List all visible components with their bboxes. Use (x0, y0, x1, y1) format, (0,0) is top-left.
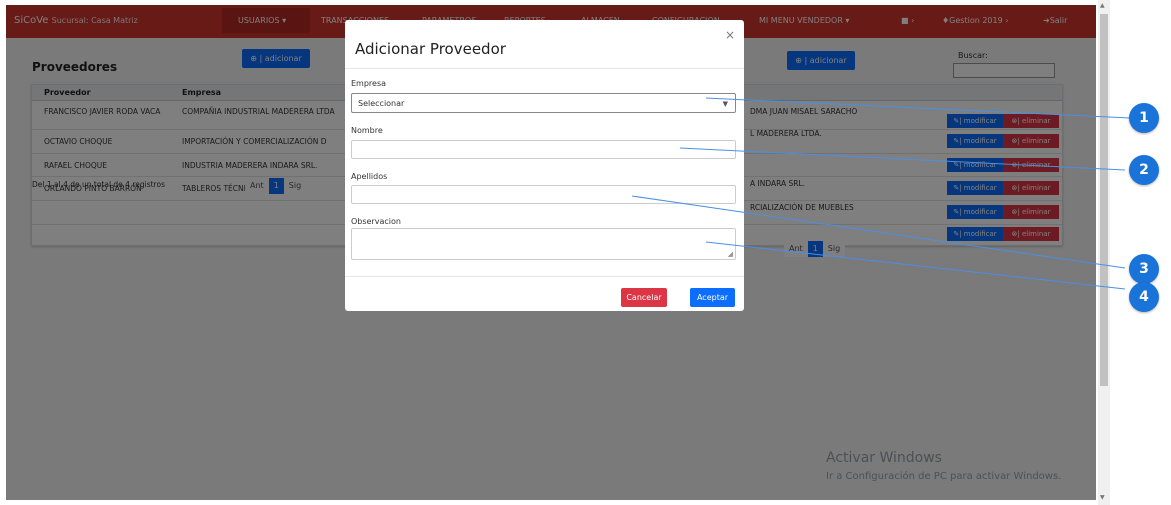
callout-badge-3: 3 (1129, 254, 1159, 284)
callout-line-1 (705, 97, 1131, 119)
callout-badge-2: 2 (1129, 155, 1159, 185)
callout-badge-1: 1 (1129, 103, 1159, 133)
callout-line-2 (679, 147, 1126, 171)
callout-line-4 (705, 241, 1126, 290)
callout-line-3 (631, 195, 1126, 269)
callout-badge-4: 4 (1129, 282, 1159, 312)
callout-lines (631, 97, 1131, 290)
